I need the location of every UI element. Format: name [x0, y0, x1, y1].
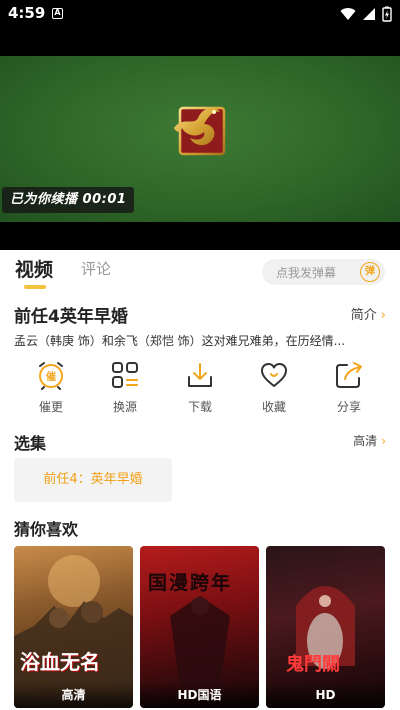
favorite-label: 收藏 [261, 400, 286, 414]
signal-icon [363, 8, 375, 20]
notification-icon: A [52, 8, 63, 19]
tab-indicator [24, 285, 46, 289]
episode-item[interactable]: 前任4：英年早婚 [14, 458, 172, 502]
favorite-button[interactable]: 收藏 [244, 360, 304, 415]
tab-bar: 视频 评论 点我发弹幕 弹 [0, 250, 400, 294]
download-button[interactable]: 下载 [170, 360, 230, 415]
share-icon [336, 362, 362, 388]
switch-source-button[interactable]: 换源 [95, 360, 155, 415]
quality-selector[interactable]: 高清 › [353, 432, 386, 449]
recommendations-title: 猜你喜欢 [14, 520, 79, 539]
remind-button[interactable]: 催 催更 [21, 360, 81, 415]
chevron-right-icon: › [381, 434, 386, 448]
danmu-placeholder: 点我发弹幕 [276, 266, 337, 280]
quality-badge: HD [266, 682, 385, 708]
action-bar: 催 催更 换源 下载 收藏 分享 [0, 360, 400, 420]
resume-toast: 已为你续播 00:01 [2, 187, 135, 213]
poster-title: 国漫跨年 [148, 572, 233, 594]
intro-label: 简介 [350, 308, 377, 323]
wifi-icon [340, 8, 356, 20]
download-label: 下载 [187, 400, 212, 414]
show-title: 前任4英年早婚 [14, 307, 128, 327]
chevron-right-icon: › [380, 308, 386, 323]
share-button[interactable]: 分享 [319, 360, 379, 415]
heart-icon [261, 363, 287, 387]
recommendation-card[interactable]: 国漫跨年 HD国语 [140, 546, 259, 708]
grid-icon [112, 362, 138, 388]
status-bar: 4:59 A [0, 0, 400, 28]
poster-title: 鬼門關 [286, 654, 340, 675]
danmu-toggle-button[interactable]: 弹 [360, 262, 380, 282]
quality-badge: 高清 [14, 682, 133, 708]
status-time: 4:59 [8, 4, 46, 22]
download-icon [188, 363, 212, 387]
remind-glyph: 催 [46, 370, 56, 383]
recommendation-card[interactable]: 鬼門關 HD [266, 546, 385, 708]
episodes-title: 选集 [14, 434, 47, 453]
status-icons [340, 6, 392, 22]
share-label: 分享 [336, 400, 361, 414]
alarm-clock-icon: 催 [39, 362, 63, 390]
switch-source-label: 换源 [112, 400, 137, 414]
intro-link[interactable]: 简介 › [351, 304, 386, 323]
recommendation-card[interactable]: 浴血无名 高清 [14, 546, 133, 708]
battery-icon [382, 6, 392, 22]
danmu-input[interactable]: 点我发弹幕 弹 [262, 259, 385, 285]
studio-logo [174, 106, 226, 156]
video-player[interactable]: 已为你续播 00:01 [0, 28, 400, 250]
quality-badge: HD国语 [140, 682, 259, 708]
show-description: 孟云（韩庚 饰）和余飞（郑恺 饰）这对难兄难弟，在历经情... [14, 334, 346, 348]
tab-comments[interactable]: 评论 [81, 258, 111, 279]
quality-label: 高清 [353, 434, 378, 448]
poster-title: 浴血无名 [20, 650, 100, 674]
tab-video[interactable]: 视频 [15, 255, 53, 282]
remind-label: 催更 [38, 400, 63, 414]
